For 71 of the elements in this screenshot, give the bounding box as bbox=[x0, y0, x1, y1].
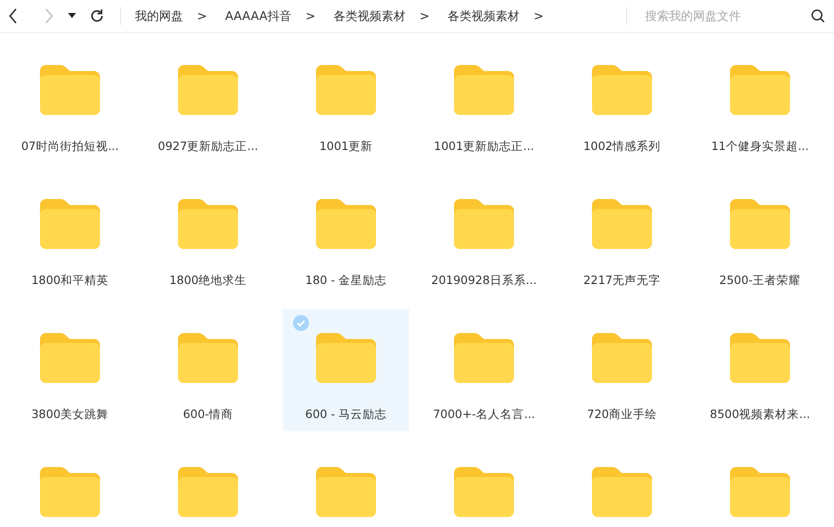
breadcrumb-separator: > bbox=[418, 9, 431, 23]
folder-icon bbox=[454, 65, 514, 115]
folder-name: 1800和平精英 bbox=[31, 273, 109, 288]
caret-icon bbox=[68, 13, 76, 19]
folder-icon bbox=[40, 467, 100, 517]
folder-icon bbox=[592, 467, 652, 517]
folder-item[interactable]: 720商业手绘 bbox=[559, 309, 685, 431]
folder-name: 2500-王者荣耀 bbox=[719, 273, 801, 288]
folder-name: 7000+-名人名言... bbox=[432, 407, 536, 422]
folder-item[interactable]: 8500视频素材来... bbox=[697, 309, 823, 431]
folder-name: 180 - 金星励志 bbox=[305, 273, 387, 288]
folder-name: 0927更新励志正... bbox=[158, 139, 258, 154]
folder-name: 720商业手绘 bbox=[587, 407, 657, 422]
breadcrumb-separator: > bbox=[304, 9, 317, 23]
folder-icon bbox=[40, 65, 100, 115]
folder-icon bbox=[730, 199, 790, 249]
folder-icon bbox=[592, 65, 652, 115]
folder-name: 1001更新励志正... bbox=[434, 139, 534, 154]
folder-item[interactable]: 2500-王者荣耀 bbox=[697, 175, 823, 297]
folder-name: 11个健身实景超... bbox=[711, 139, 809, 154]
folder-name: 600 - 马云励志 bbox=[305, 407, 387, 422]
folder-name: 07时尚街拍短视... bbox=[21, 139, 119, 154]
folder-name: 2217无声无字 bbox=[583, 273, 661, 288]
folder-item[interactable]: 1001更新励志正... bbox=[421, 41, 547, 163]
folder-icon bbox=[316, 467, 376, 517]
breadcrumb-separator: > bbox=[196, 9, 208, 23]
folder-name: 600-情商 bbox=[182, 407, 234, 422]
folder-name: 1002情感系列 bbox=[583, 139, 661, 154]
breadcrumb-separator: > bbox=[532, 9, 545, 23]
folder-icon bbox=[178, 333, 238, 383]
folder-icon bbox=[454, 333, 514, 383]
folder-name: 8500视频素材来... bbox=[710, 407, 810, 422]
folder-icon bbox=[316, 65, 376, 115]
breadcrumb-link[interactable]: AAAAA抖音 bbox=[221, 8, 296, 24]
folder-item[interactable]: 600 - 马云励志 bbox=[283, 309, 409, 431]
folder-icon bbox=[40, 199, 100, 249]
folder-item[interactable]: 1001更新 bbox=[283, 41, 409, 163]
folder-item[interactable]: 2217无声无字 bbox=[559, 175, 685, 297]
folder-item[interactable]: 600-情商 bbox=[145, 309, 271, 431]
folder-item[interactable]: 11个健身实景超... bbox=[697, 41, 823, 163]
folder-icon bbox=[316, 333, 376, 383]
breadcrumb-link[interactable]: 我的网盘 bbox=[131, 8, 187, 24]
folder-icon bbox=[592, 333, 652, 383]
search-icon[interactable] bbox=[811, 9, 825, 23]
folder-item[interactable]: 0927更新励志正... bbox=[145, 41, 271, 163]
folder-item[interactable]: 7000+-名人名言... bbox=[421, 309, 547, 431]
folder-icon bbox=[730, 467, 790, 517]
folder-item[interactable]: 1800绝地求生 bbox=[145, 175, 271, 297]
folder-item[interactable]: 07时尚街拍短视... bbox=[7, 41, 133, 163]
folder-icon bbox=[592, 199, 652, 249]
folder-item[interactable]: 1002情感系列 bbox=[559, 41, 685, 163]
folder-item[interactable]: 1800和平精英 bbox=[7, 175, 133, 297]
folder-name: 1001更新 bbox=[319, 139, 373, 154]
folder-item[interactable]: 180 - 金星励志 bbox=[283, 175, 409, 297]
folder-icon bbox=[178, 65, 238, 115]
breadcrumb-link[interactable]: 各类视频素材 bbox=[330, 8, 410, 24]
folder-icon bbox=[730, 65, 790, 115]
folder-icon bbox=[316, 199, 376, 249]
folder-icon bbox=[40, 333, 100, 383]
folder-name: 3800美女跳舞 bbox=[31, 407, 109, 422]
folder-icon bbox=[730, 333, 790, 383]
folder-item[interactable]: 20190928日系系... bbox=[421, 175, 547, 297]
folder-icon bbox=[454, 467, 514, 517]
folder-icon bbox=[178, 199, 238, 249]
folder-name: 1800绝地求生 bbox=[169, 273, 247, 288]
folder-icon bbox=[178, 467, 238, 517]
folder-item[interactable]: 3800美女跳舞 bbox=[7, 309, 133, 431]
check-icon bbox=[293, 315, 309, 331]
breadcrumb-link[interactable]: 各类视频素材 bbox=[444, 8, 524, 24]
folder-name: 20190928日系系... bbox=[431, 273, 537, 288]
folder-icon bbox=[454, 199, 514, 249]
